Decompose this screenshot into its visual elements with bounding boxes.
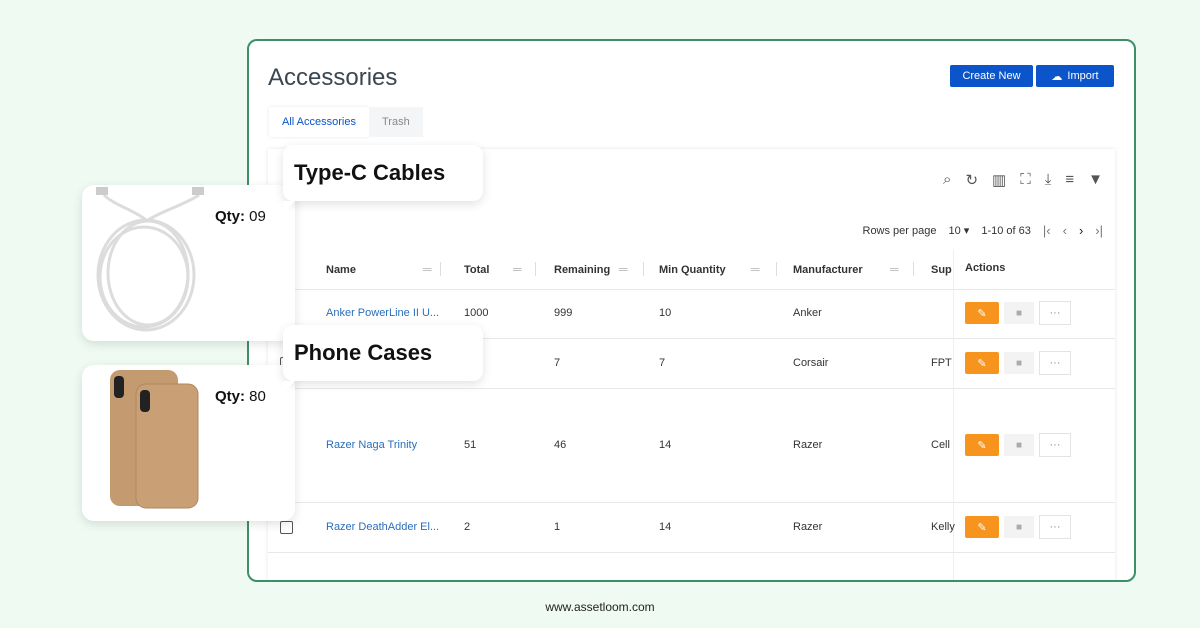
last-page-icon[interactable]: ›| (1095, 223, 1103, 238)
cell-supplier: Kelly (931, 521, 955, 533)
filter-icon[interactable]: ▼ (1088, 171, 1103, 189)
search-icon[interactable]: ⌕ (943, 171, 951, 189)
ellipsis-icon: ··· (1049, 439, 1061, 451)
drag-handle-icon[interactable]: ═ (890, 262, 899, 276)
pencil-icon: ✎ (977, 521, 987, 534)
trash-icon: ■ (1015, 357, 1023, 369)
more-actions-button[interactable]: ··· (1039, 515, 1071, 539)
fullscreen-icon[interactable]: ⛶ (1020, 171, 1031, 189)
cell-remaining: 1 (554, 521, 561, 533)
cell-manufacturer: Razer (793, 521, 823, 533)
cell-total: 2 (464, 521, 471, 533)
column-header-remaining[interactable]: Remaining (554, 264, 610, 276)
columns-icon[interactable]: ▥ (992, 171, 1006, 189)
rows-per-page-label: Rows per page (862, 224, 937, 237)
more-actions-button[interactable]: ··· (1039, 301, 1071, 325)
cloud-upload-icon: ☁ (1051, 70, 1063, 83)
refresh-icon[interactable]: ↻ (965, 171, 978, 189)
phone-case-qty: 80 (249, 388, 266, 405)
accessories-panel: Accessories Create New ☁ Import All Acces… (247, 39, 1136, 582)
delete-button[interactable]: ■ (1004, 352, 1034, 374)
cell-name[interactable]: Anker PowerLine II U... (326, 307, 439, 319)
column-header-min-quantity[interactable]: Min Quantity (659, 264, 726, 276)
ellipsis-icon: ··· (1049, 357, 1061, 369)
cell-name[interactable]: Razer DeathAdder El... (326, 521, 439, 533)
drag-handle-icon[interactable]: ═ (751, 262, 760, 276)
pencil-icon: ✎ (977, 307, 987, 320)
page-title: Accessories (268, 64, 398, 91)
next-page-icon[interactable]: › (1079, 223, 1083, 238)
cell-total: 51 (464, 439, 477, 451)
rows-per-page-select[interactable]: 10 ▾ (949, 224, 970, 237)
trash-icon: ■ (1015, 439, 1023, 451)
edit-button[interactable]: ✎ (965, 434, 999, 456)
column-header-supplier[interactable]: Sup (931, 264, 952, 276)
ellipsis-icon: ··· (1049, 307, 1061, 319)
cell-min: 10 (659, 307, 672, 319)
column-header-actions: Actions (965, 262, 1006, 274)
delete-button[interactable]: ■ (1004, 434, 1034, 456)
drag-handle-icon[interactable]: ═ (619, 262, 628, 276)
cell-manufacturer: Razer (793, 439, 823, 451)
cell-manufacturer: Anker (793, 307, 822, 319)
cell-total: 1000 (464, 307, 489, 319)
column-header-name[interactable]: Name (326, 264, 356, 276)
cell-min: 14 (659, 521, 672, 533)
cell-supplier: FPT (931, 357, 952, 369)
download-icon[interactable]: ⤓ (1045, 171, 1052, 189)
row-checkbox[interactable] (280, 521, 293, 534)
cell-remaining: 7 (554, 357, 561, 369)
cell-manufacturer: Corsair (793, 357, 829, 369)
more-actions-button[interactable]: ··· (1039, 351, 1071, 375)
drag-handle-icon[interactable]: ═ (423, 262, 432, 276)
cell-supplier: Cell (931, 439, 950, 451)
cell-remaining: 46 (554, 439, 567, 451)
phone-case-image (110, 370, 199, 509)
cell-min: 7 (659, 357, 666, 369)
cable-callout-card: Qty: 09 (82, 185, 295, 341)
create-new-button[interactable]: Create New (950, 65, 1033, 87)
phone-case-label: Phone Cases (283, 325, 483, 393)
phone-case-callout-card: Qty: 80 (82, 365, 295, 521)
import-button[interactable]: ☁ Import (1036, 65, 1114, 87)
column-header-total[interactable]: Total (464, 264, 489, 276)
cell-name[interactable]: Razer Naga Trinity (326, 439, 417, 451)
edit-button[interactable]: ✎ (965, 302, 999, 324)
delete-button[interactable]: ■ (1004, 516, 1034, 538)
cell-remaining: 999 (554, 307, 573, 319)
prev-page-icon[interactable]: ‹ (1063, 223, 1067, 238)
first-page-icon[interactable]: |‹ (1043, 223, 1051, 238)
tab-trash[interactable]: Trash (368, 107, 423, 137)
pencil-icon: ✎ (977, 357, 987, 370)
delete-button[interactable]: ■ (1004, 302, 1034, 324)
tab-all-accessories[interactable]: All Accessories (269, 107, 369, 137)
trash-icon: ■ (1015, 307, 1023, 319)
more-actions-button[interactable]: ··· (1039, 433, 1071, 457)
page-range: 1-10 of 63 (981, 224, 1031, 237)
ellipsis-icon: ··· (1049, 521, 1061, 533)
cable-qty: 09 (249, 208, 266, 225)
usb-c-cable-image (96, 187, 204, 332)
density-icon[interactable]: ≡ (1065, 171, 1074, 189)
footer-url[interactable]: www.assetloom.com (0, 600, 1200, 614)
trash-icon: ■ (1015, 521, 1023, 533)
edit-button[interactable]: ✎ (965, 516, 999, 538)
edit-button[interactable]: ✎ (965, 352, 999, 374)
column-header-manufacturer[interactable]: Manufacturer (793, 264, 863, 276)
drag-handle-icon[interactable]: ═ (513, 262, 522, 276)
cell-min: 14 (659, 439, 672, 451)
pencil-icon: ✎ (977, 439, 987, 452)
cable-label: Type-C Cables (283, 145, 483, 213)
